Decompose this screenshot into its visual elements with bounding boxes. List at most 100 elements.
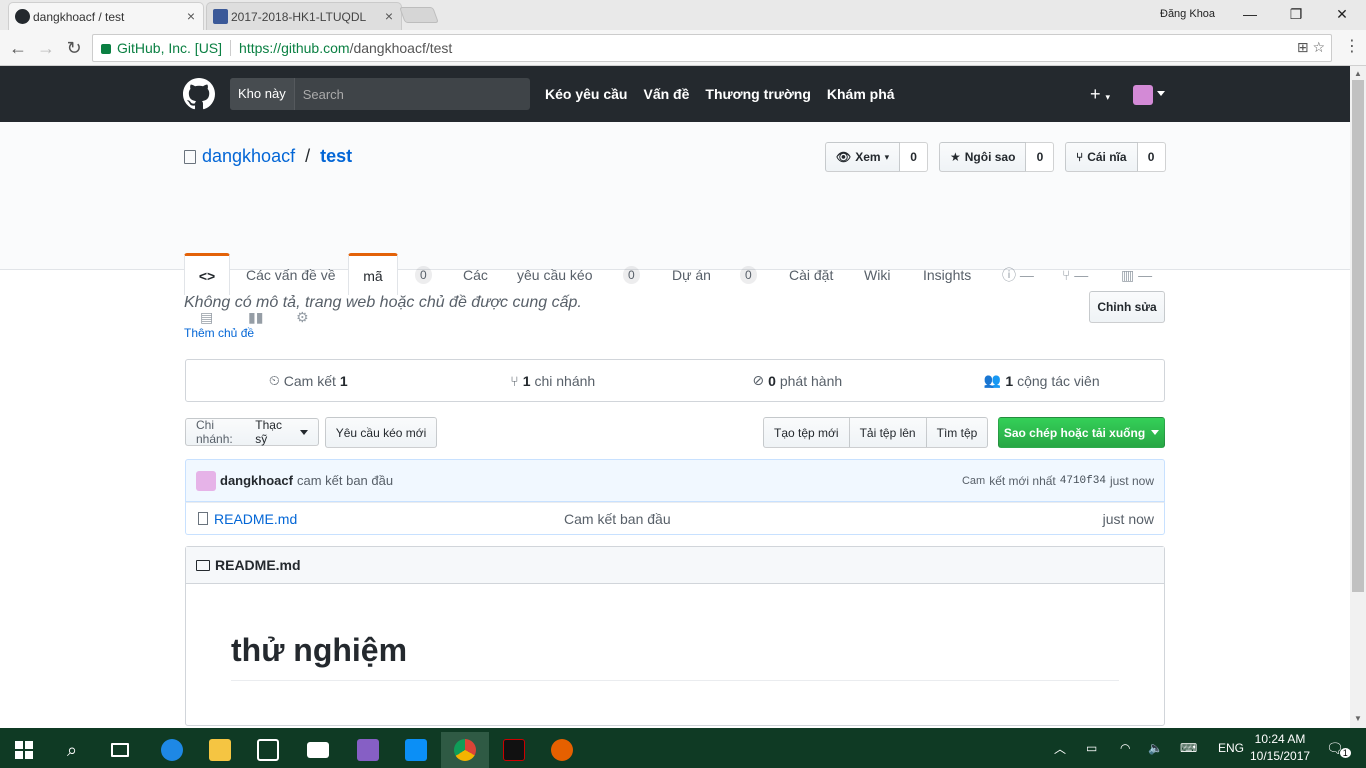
firefox-icon[interactable] bbox=[538, 732, 586, 768]
branches-summary[interactable]: ⑂ 1 chi nhánh bbox=[431, 360, 676, 401]
create-file-button[interactable]: Tạo tệp mới bbox=[763, 417, 850, 448]
watch-label: Xem bbox=[855, 150, 881, 164]
new-tab-button[interactable] bbox=[399, 7, 439, 23]
releases-summary[interactable]: ⊘ 0 phát hành bbox=[675, 360, 920, 401]
search-scope-label[interactable]: Kho này bbox=[230, 78, 295, 110]
github-logo-icon[interactable] bbox=[183, 78, 215, 110]
show-hidden-icons[interactable]: ︿ bbox=[1054, 728, 1066, 768]
volume-icon[interactable]: 🔈 bbox=[1148, 728, 1163, 768]
nav-issues[interactable]: Vấn đề bbox=[643, 86, 689, 102]
tab-code[interactable]: mã bbox=[348, 253, 398, 295]
user-avatar[interactable] bbox=[1133, 85, 1153, 105]
tab-insights[interactable]: Insights bbox=[923, 255, 971, 295]
file-name-link[interactable]: README.md bbox=[214, 511, 564, 527]
repo-owner-link[interactable]: dangkhoacf bbox=[202, 146, 295, 167]
page-viewport: Kho này Kéo yêu cầu Vấn đề Thương trường… bbox=[0, 66, 1350, 728]
tab-settings[interactable]: Cài đặt bbox=[789, 255, 833, 295]
scrollbar-thumb[interactable] bbox=[1352, 80, 1364, 592]
tab-pull-requests[interactable]: yêu cầu kéo bbox=[517, 255, 593, 295]
wifi-icon[interactable]: ◠ bbox=[1120, 728, 1130, 768]
pull-request-icon[interactable]: ⑂ — bbox=[1062, 255, 1088, 295]
task-view-icon[interactable] bbox=[96, 732, 144, 768]
readme-panel: README.md thử nghiệm bbox=[185, 546, 1165, 726]
fork-button[interactable]: ⑂ Cái nĩa bbox=[1065, 142, 1138, 172]
search-input[interactable] bbox=[294, 78, 530, 110]
issues-counter-wrap: 0 bbox=[415, 255, 432, 295]
star-count[interactable]: 0 bbox=[1026, 142, 1055, 172]
browser-menu-icon[interactable]: ⋮ bbox=[1344, 36, 1360, 56]
garena-icon[interactable] bbox=[490, 732, 538, 768]
browser-tab-facebook[interactable]: 2017-2018-HK1-LTUQDL × bbox=[206, 2, 402, 30]
scroll-up-icon[interactable]: ▲ bbox=[1354, 69, 1362, 78]
browser-tab-github[interactable]: dangkhoacf / test × bbox=[8, 2, 204, 30]
repo-title: dangkhoacf / test bbox=[184, 146, 352, 167]
new-pull-request-button[interactable]: Yêu cầu kéo mới bbox=[325, 417, 437, 448]
clone-download-button[interactable]: Sao chép hoặc tải xuống bbox=[998, 417, 1165, 448]
repo-icon bbox=[184, 149, 196, 164]
visual-studio-icon[interactable] bbox=[344, 732, 392, 768]
repo-name-link[interactable]: test bbox=[320, 146, 352, 167]
upload-files-button[interactable]: Tải tệp lên bbox=[849, 417, 927, 448]
tab-projects[interactable]: Dự án bbox=[672, 255, 711, 295]
keyboard-icon[interactable]: ⌨ bbox=[1180, 728, 1197, 768]
file-commit-message[interactable]: Cam kết ban đầu bbox=[564, 511, 671, 527]
browser-tab-title: 2017-2018-HK1-LTUQDL bbox=[231, 9, 367, 24]
notification-center-icon[interactable]: 🗨 1 bbox=[1326, 728, 1351, 768]
commit-sha[interactable]: 4710f34 bbox=[1060, 475, 1106, 487]
restore-icon[interactable]: ❐ bbox=[1286, 4, 1306, 24]
zalo-icon[interactable] bbox=[392, 732, 440, 768]
star-button[interactable]: ★ Ngôi sao bbox=[939, 142, 1027, 172]
create-new-dropdown[interactable]: + ▾ bbox=[1090, 84, 1110, 105]
url-text[interactable]: https://github.com/dangkhoacf/test bbox=[239, 40, 452, 56]
readme-divider bbox=[231, 680, 1119, 681]
nav-explore[interactable]: Khám phá bbox=[827, 86, 895, 102]
window-user-name[interactable]: Đăng Khoa bbox=[1160, 8, 1215, 20]
issue-opened-icon[interactable]: ⓘ — bbox=[1002, 255, 1034, 295]
reload-icon[interactable]: ↻ bbox=[64, 38, 84, 58]
translate-and-star-icons[interactable]: ⊞ ☆ bbox=[1297, 39, 1325, 56]
close-window-icon[interactable]: ✕ bbox=[1332, 4, 1352, 24]
minimize-icon[interactable]: — bbox=[1240, 4, 1260, 24]
back-arrow-icon[interactable]: ← bbox=[8, 38, 28, 58]
chevron-down-icon[interactable] bbox=[1157, 91, 1165, 100]
edit-description-button[interactable]: Chỉnh sửa bbox=[1089, 291, 1165, 323]
page-scrollbar[interactable]: ▲ ▼ bbox=[1350, 66, 1366, 728]
scroll-down-icon[interactable]: ▼ bbox=[1354, 714, 1362, 723]
tab-code-icon[interactable]: <> bbox=[184, 253, 230, 295]
branch-select-button[interactable]: Chi nhánh: Thạc sỹ bbox=[185, 418, 319, 446]
commit-author[interactable]: dangkhoacf bbox=[220, 473, 293, 488]
avatar[interactable] bbox=[196, 470, 216, 491]
project-board-icon[interactable]: ▥ — bbox=[1121, 255, 1152, 295]
fork-icon: ⑂ bbox=[1076, 150, 1084, 164]
watch-count[interactable]: 0 bbox=[900, 142, 929, 172]
forward-arrow-icon[interactable]: → bbox=[36, 38, 56, 58]
input-language[interactable]: ENG bbox=[1218, 728, 1244, 768]
readme-heading: thử nghiệm bbox=[231, 632, 408, 668]
nav-marketplace[interactable]: Thương trường bbox=[705, 86, 811, 102]
file-explorer-icon[interactable] bbox=[196, 732, 244, 768]
add-topics-link[interactable]: Thêm chủ đề bbox=[184, 326, 254, 340]
contributors-summary[interactable]: 👥 1 cộng tác viên bbox=[920, 360, 1165, 401]
branches-label: chi nhánh bbox=[534, 372, 596, 389]
address-bar[interactable]: GitHub, Inc. [US] https://github.com/dan… bbox=[92, 34, 1332, 62]
tab-issues-label[interactable]: Các vấn đề về bbox=[246, 255, 336, 295]
close-tab-icon[interactable]: × bbox=[187, 8, 195, 24]
tab-pull-requests-prefix[interactable]: Các bbox=[463, 255, 488, 295]
store-icon[interactable] bbox=[244, 732, 292, 768]
fork-count[interactable]: 0 bbox=[1137, 142, 1166, 172]
commit-message[interactable]: cam kết ban đầu bbox=[297, 473, 393, 488]
commits-summary[interactable]: ⏲ Cam kết 1 bbox=[186, 360, 431, 401]
watch-button[interactable]: 👁 Xem ▾ bbox=[825, 142, 901, 172]
edge-icon[interactable] bbox=[148, 732, 196, 768]
chrome-icon[interactable] bbox=[441, 732, 489, 768]
battery-icon[interactable]: ▭ bbox=[1086, 728, 1097, 768]
mail-icon[interactable] bbox=[294, 732, 342, 768]
windows-start-icon[interactable] bbox=[0, 732, 48, 768]
tab-wiki[interactable]: Wiki bbox=[864, 255, 890, 295]
close-tab-icon[interactable]: × bbox=[385, 8, 393, 24]
find-file-button[interactable]: Tìm tệp bbox=[926, 417, 989, 448]
system-clock[interactable]: 10:24 AM 10/15/2017 bbox=[1250, 731, 1310, 765]
nav-pull-requests[interactable]: Kéo yêu cầu bbox=[545, 86, 627, 102]
omnibox-divider bbox=[230, 40, 232, 56]
search-icon[interactable]: ⌕ bbox=[48, 732, 96, 768]
